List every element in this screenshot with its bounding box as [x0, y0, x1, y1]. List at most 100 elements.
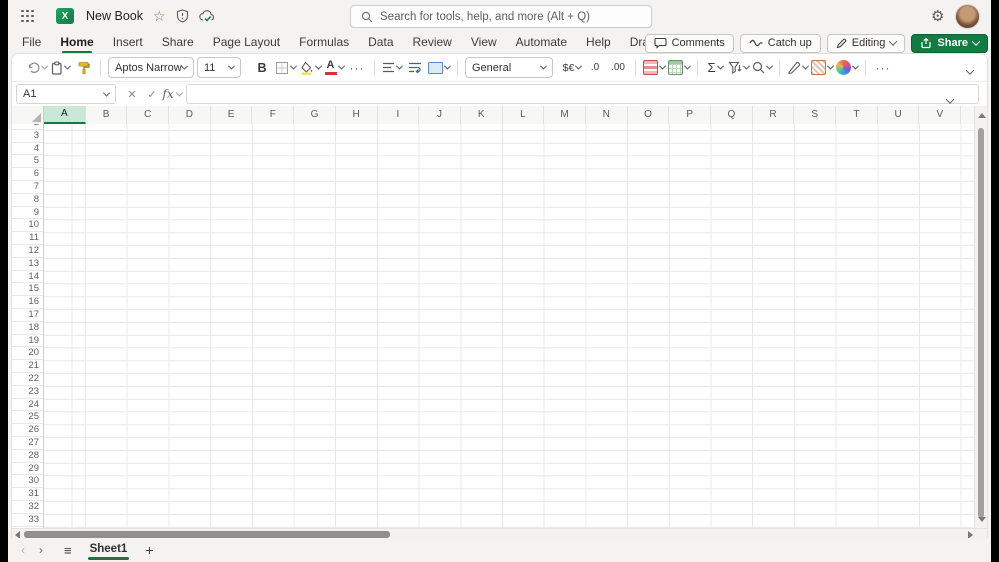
sensitivity-shield-icon[interactable] [176, 9, 189, 23]
column-header-E[interactable]: E [211, 106, 253, 124]
column-header-V[interactable]: V [919, 106, 962, 124]
paste-button[interactable] [50, 57, 72, 78]
menu-tab-home[interactable]: Home [60, 33, 94, 54]
row-header-23[interactable]: 23 [12, 386, 43, 399]
enter-button[interactable]: ✓ [142, 84, 162, 104]
editing-mode-button[interactable]: Editing [826, 33, 906, 53]
font-color-button[interactable]: A [324, 57, 345, 78]
row-header-3[interactable]: 3 [12, 130, 43, 143]
row-header-29[interactable]: 29 [12, 463, 43, 476]
column-header-M[interactable]: M [544, 106, 586, 124]
increase-decimal-button[interactable]: .00 [608, 57, 628, 78]
menu-tab-file[interactable]: File [22, 33, 41, 53]
column-header-T[interactable]: T [836, 106, 878, 124]
column-header-D[interactable]: D [169, 106, 211, 124]
row-header-32[interactable]: 32 [12, 501, 43, 514]
alignment-button[interactable] [382, 57, 404, 78]
column-header-C[interactable]: C [127, 106, 170, 124]
column-header-Q[interactable]: Q [711, 106, 753, 124]
cell-styles-button[interactable] [811, 57, 835, 78]
format-painter-button[interactable] [73, 57, 93, 78]
undo-button[interactable] [26, 57, 49, 78]
row-header-12[interactable]: 12 [12, 245, 43, 258]
sheet-tab-sheet1[interactable]: Sheet1 [87, 540, 130, 561]
column-header-W[interactable]: W [961, 106, 975, 124]
save-status-cloud-icon[interactable] [198, 9, 216, 23]
ribbon-more-options-button[interactable]: ··· [873, 57, 893, 78]
row-header-21[interactable]: 21 [12, 360, 43, 373]
row-header-16[interactable]: 16 [12, 296, 43, 309]
sensitivity-button[interactable] [787, 57, 810, 78]
column-header-U[interactable]: U [878, 106, 920, 124]
menu-tab-review[interactable]: Review [413, 33, 452, 53]
row-header-19[interactable]: 19 [12, 335, 43, 348]
next-sheet-button[interactable]: › [32, 543, 50, 557]
row-header-33[interactable]: 33 [12, 514, 43, 527]
excel-logo-icon[interactable]: X [56, 8, 74, 24]
column-header-G[interactable]: G [294, 106, 336, 124]
name-box[interactable]: A1 [16, 84, 116, 104]
menu-tab-share[interactable]: Share [162, 33, 194, 53]
column-header-K[interactable]: K [461, 106, 503, 124]
row-header-20[interactable]: 20 [12, 347, 43, 361]
horizontal-scroll-thumb[interactable] [24, 530, 390, 538]
font-size-select[interactable]: 11 [197, 57, 241, 78]
insert-function-button[interactable]: fx [162, 84, 183, 104]
row-header-8[interactable]: 8 [12, 194, 43, 207]
vertical-scroll-thumb[interactable] [978, 128, 984, 518]
select-all-button[interactable] [12, 106, 44, 124]
borders-button[interactable] [275, 57, 298, 78]
column-header-S[interactable]: S [794, 106, 837, 124]
row-header-13[interactable]: 13 [12, 258, 43, 271]
vertical-scrollbar[interactable] [974, 106, 987, 528]
font-name-select[interactable]: Aptos Narrow... [108, 57, 194, 78]
autosum-button[interactable]: Σ [705, 57, 725, 78]
row-header-6[interactable]: 6 [12, 168, 43, 181]
row-header-22[interactable]: 22 [12, 373, 43, 386]
wrap-text-button[interactable] [405, 57, 425, 78]
find-button[interactable] [752, 57, 774, 78]
row-header-11[interactable]: 11 [12, 232, 43, 245]
column-header-J[interactable]: J [419, 106, 461, 124]
row-header-7[interactable]: 7 [12, 181, 43, 194]
share-button[interactable]: Share [911, 33, 988, 53]
add-sheet-button[interactable]: + [145, 542, 153, 558]
row-header-31[interactable]: 31 [12, 488, 43, 501]
column-header-B[interactable]: B [86, 106, 128, 124]
row-header-28[interactable]: 28 [12, 450, 43, 463]
search-input[interactable]: Search for tools, help, and more (Alt + … [350, 5, 652, 28]
column-header-I[interactable]: I [378, 106, 420, 124]
decrease-decimal-button[interactable]: .0 [585, 57, 605, 78]
column-header-N[interactable]: N [586, 106, 628, 124]
row-header-24[interactable]: 24 [12, 399, 43, 412]
document-title[interactable]: New Book [86, 9, 143, 23]
menu-tab-help[interactable]: Help [586, 33, 611, 53]
column-header-H[interactable]: H [336, 106, 378, 124]
column-header-A[interactable]: A [44, 106, 86, 124]
settings-gear-icon[interactable]: ⚙ [931, 0, 944, 32]
menu-tab-automate[interactable]: Automate [516, 33, 567, 53]
row-header-27[interactable]: 27 [12, 437, 43, 450]
row-header-15[interactable]: 15 [12, 283, 43, 297]
menu-tab-insert[interactable]: Insert [113, 33, 143, 53]
menu-tab-formulas[interactable]: Formulas [299, 33, 349, 53]
row-header-18[interactable]: 18 [12, 322, 43, 335]
format-as-table-button[interactable] [668, 57, 692, 78]
ribbon-collapse-button[interactable] [965, 62, 975, 80]
row-header-17[interactable]: 17 [12, 309, 43, 322]
merge-cells-button[interactable] [428, 57, 452, 78]
cells-area[interactable] [44, 124, 975, 528]
menu-tab-data[interactable]: Data [368, 33, 393, 53]
row-header-4[interactable]: 4 [12, 143, 43, 156]
comments-button[interactable]: Comments [644, 33, 734, 53]
menu-tab-page-layout[interactable]: Page Layout [213, 33, 280, 53]
column-header-F[interactable]: F [252, 106, 295, 124]
row-header-30[interactable]: 30 [12, 475, 43, 489]
column-header-R[interactable]: R [753, 106, 795, 124]
catch-up-button[interactable]: Catch up [739, 33, 821, 53]
row-header-25[interactable]: 25 [12, 411, 43, 425]
app-launcher-icon[interactable] [21, 9, 34, 23]
column-header-O[interactable]: O [628, 106, 670, 124]
scroll-down-arrow-icon[interactable] [978, 517, 986, 522]
fill-color-button[interactable] [299, 57, 323, 78]
